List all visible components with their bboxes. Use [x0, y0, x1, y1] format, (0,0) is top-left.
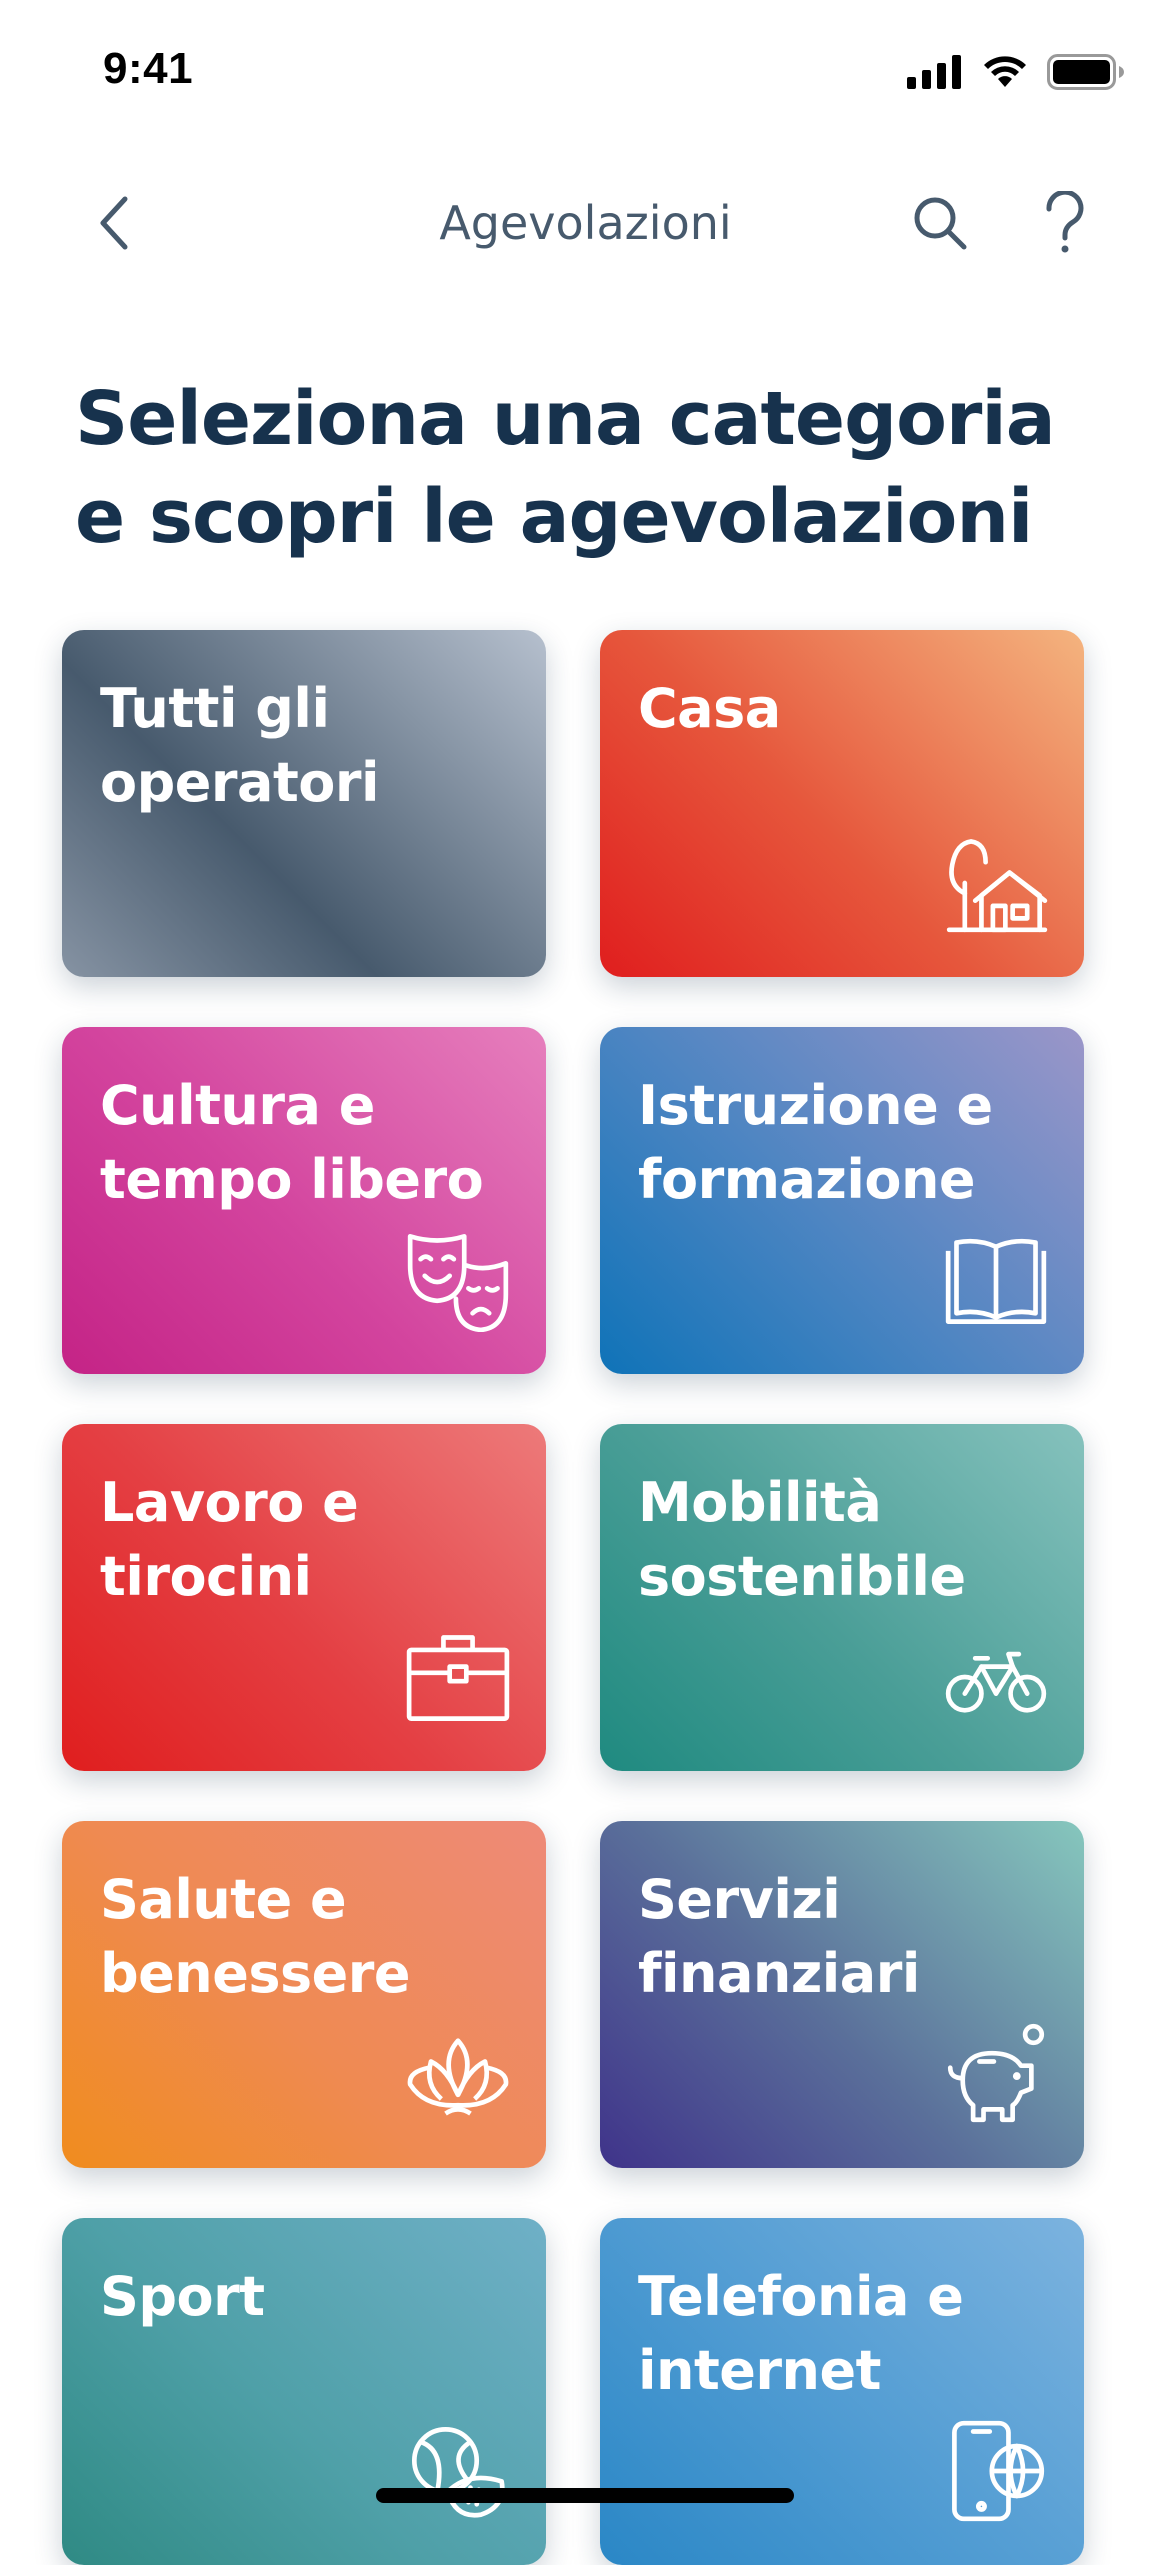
category-card-lavoro-e-tirocini[interactable]: Lavoro e tirocini	[62, 1424, 546, 1771]
open-book-icon	[944, 1228, 1048, 1332]
nav-title: Agevolazioni	[439, 196, 732, 250]
status-bar: 9:41	[0, 0, 1171, 150]
category-card-salute-e-benessere[interactable]: Salute e benessere	[62, 1821, 546, 2168]
smartphone-globe-icon	[944, 2419, 1048, 2523]
status-icons	[907, 54, 1125, 94]
category-card-label: Tutti gli operatori	[100, 677, 380, 814]
category-card-cultura-e-tempo-libero[interactable]: Cultura e tempo libero	[62, 1027, 546, 1374]
search-button[interactable]	[905, 190, 975, 260]
cellular-signal-icon	[907, 55, 963, 93]
category-card-sport[interactable]: Sport	[62, 2218, 546, 2565]
search-icon	[910, 193, 970, 257]
theater-masks-icon	[406, 1228, 510, 1332]
page-title: Seleziona una categoria e scopri le agev…	[75, 376, 1056, 560]
category-card-label: Cultura e tempo libero	[100, 1074, 484, 1211]
navigation-bar: Agevolazioni	[0, 170, 1171, 280]
briefcase-icon	[406, 1625, 510, 1729]
category-card-casa[interactable]: Casa	[600, 630, 1084, 977]
sport-balls-icon	[406, 2419, 510, 2523]
home-indicator	[376, 2488, 794, 2503]
category-card-label: Casa	[638, 677, 781, 740]
category-card-label: Mobilità sostenibile	[638, 1471, 966, 1608]
bicycle-icon	[944, 1625, 1048, 1729]
wifi-icon	[981, 55, 1029, 93]
category-card-label: Salute e benessere	[100, 1868, 411, 2005]
question-mark-icon	[1043, 189, 1087, 259]
help-button[interactable]	[1030, 189, 1100, 260]
lotus-icon	[406, 2022, 510, 2126]
category-card-label: Istruzione e formazione	[638, 1074, 993, 1211]
category-card-label: Telefonia e internet	[638, 2265, 964, 2402]
piggy-bank-icon	[944, 2022, 1048, 2126]
battery-icon	[1047, 54, 1125, 94]
category-card-tutti-gli-operatori[interactable]: Tutti gli operatori	[62, 630, 546, 977]
category-card-label: Lavoro e tirocini	[100, 1471, 359, 1608]
category-card-label: Servizi finanziari	[638, 1868, 920, 2005]
house-icon	[944, 831, 1048, 935]
category-card-label: Sport	[100, 2265, 265, 2328]
category-card-mobilita-sostenibile[interactable]: Mobilità sostenibile	[600, 1424, 1084, 1771]
category-card-servizi-finanziari[interactable]: Servizi finanziari	[600, 1821, 1084, 2168]
status-time: 9:41	[103, 44, 194, 93]
category-card-telefonia-e-internet[interactable]: Telefonia e internet	[600, 2218, 1084, 2565]
category-card-istruzione-e-formazione[interactable]: Istruzione e formazione	[600, 1027, 1084, 1374]
